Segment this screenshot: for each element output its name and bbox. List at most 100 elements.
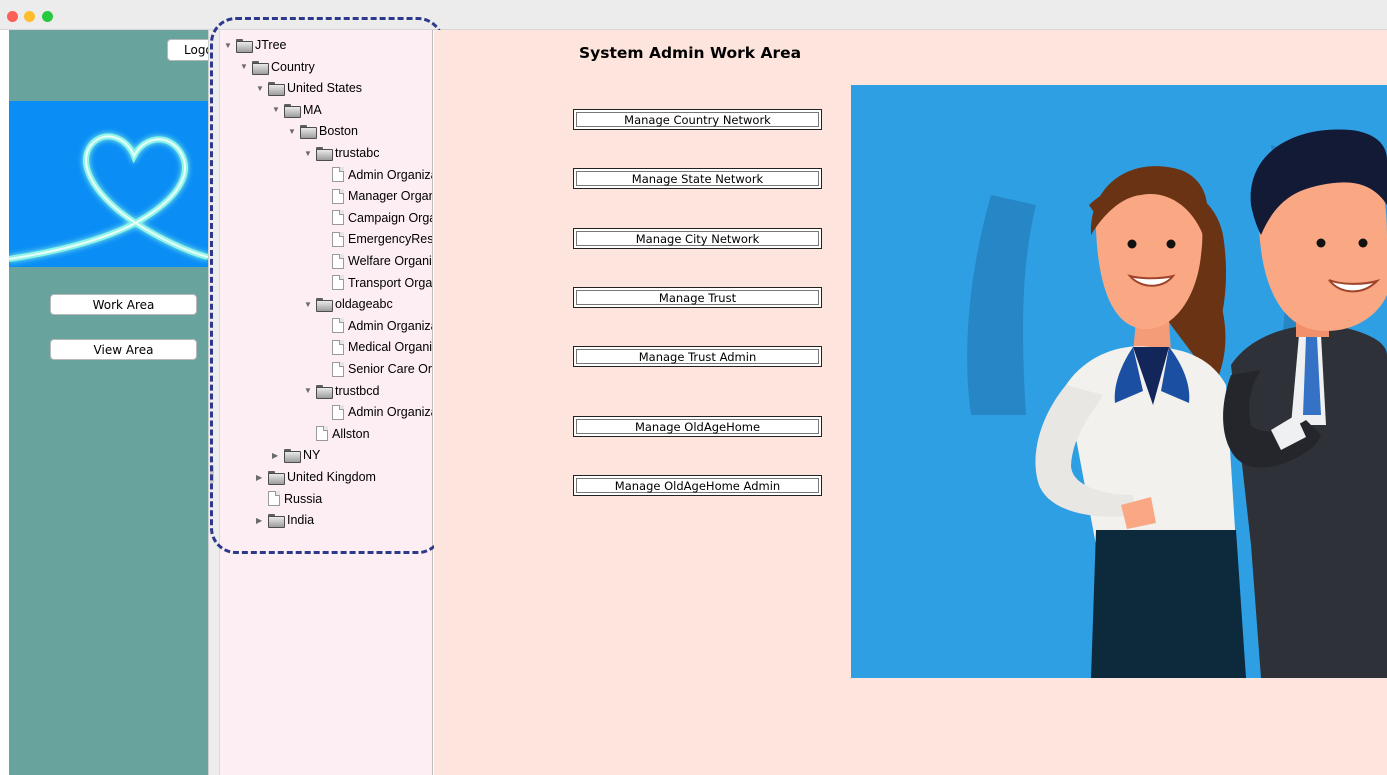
folder-icon [236,39,253,53]
folder-icon [300,125,317,140]
tree-node[interactable]: Transport Organization [320,274,433,292]
folder-icon [316,147,333,161]
tree-node[interactable]: Medical Organization [320,338,433,356]
tree-node[interactable]: Campaign Organization [320,209,432,227]
tree-node-label: oldageabc [335,297,393,312]
logout-button[interactable]: Logout [167,39,208,61]
folder-icon [316,384,333,399]
tree-node-label: trustabc [335,146,380,160]
heart-icon [9,133,208,262]
tree-node-label: Admin Organization [348,167,432,182]
manage-button[interactable]: Manage Country Network [573,109,822,130]
divider-grip[interactable] [210,465,214,483]
expand-triangle-icon[interactable]: ▼ [304,300,316,309]
tree-node[interactable]: ▼ MA [272,101,322,119]
expand-triangle-icon[interactable]: ▼ [304,386,316,395]
document-icon [332,253,344,269]
collapse-triangle-icon[interactable]: ▶ [272,451,284,460]
tree-node-label: Boston [319,124,358,139]
tree-node-label: India [287,513,315,528]
folder-icon [268,514,285,529]
tree-node-label: Welfare Organization [348,254,432,268]
business-people-illustration [851,85,1387,678]
folder-icon [252,60,269,75]
tree-node-label: EmergencyResponse [348,232,433,247]
tree-node-label: Transport Organization [348,275,433,290]
tree-node-label: Campaign Organization [348,210,432,225]
tree-node[interactable]: ▼ trustabc [304,144,379,162]
tree-node[interactable]: ▼ Boston [288,122,358,140]
collapse-triangle-icon[interactable]: ▶ [256,473,268,482]
manage-button[interactable]: Manage State Network [573,168,822,189]
tree-node-label: Admin Organization [348,405,432,420]
expand-triangle-icon[interactable]: ▼ [240,62,252,71]
tree-node-label: MA [303,102,322,117]
close-window-button[interactable] [7,11,18,22]
minimize-window-button[interactable] [24,11,35,22]
document-icon [332,231,344,247]
tree-node[interactable]: ▶ NY [272,446,320,464]
work-area-button[interactable]: Work Area [50,294,197,315]
document-icon [332,404,344,420]
tree-node[interactable]: ▼ Country [240,58,315,76]
tree-node-label: Allston [332,426,370,441]
tree-node[interactable]: Allston [304,425,370,443]
tree-node-label: United Kingdom [287,470,376,484]
tree-node[interactable]: Admin Organization [320,403,432,421]
folder-icon [268,471,285,485]
tree-node-label: trustbcd [335,383,380,398]
tree-node-label: JTree [255,38,287,52]
folder-icon [284,103,301,118]
document-icon [332,167,344,183]
manage-button[interactable]: Manage City Network [573,228,822,249]
expand-triangle-icon[interactable]: ▼ [272,105,284,114]
window-titlebar [0,0,1387,30]
zoom-window-button[interactable] [42,11,53,22]
tree-node[interactable]: Manager Organization [320,187,432,205]
tree-node[interactable]: ▼ trustbcd [304,382,379,400]
tree-node-label: United States [287,81,363,96]
document-icon [332,210,344,226]
manage-button[interactable]: Manage Trust Admin [573,346,822,367]
expand-triangle-icon[interactable]: ▼ [256,84,268,93]
document-icon [316,426,328,442]
left-control-panel: Work Area View Area Logout [9,30,208,775]
tree-node-label: Medical Organization [348,340,433,355]
tree-node[interactable]: Admin Organization [320,317,432,335]
document-icon [332,339,344,355]
document-icon [332,361,344,377]
business-people-image [967,129,1387,678]
manage-button[interactable]: Manage Trust [573,287,822,308]
tree-node-label: NY [303,448,321,463]
expand-triangle-icon[interactable]: ▼ [288,127,300,136]
tree-node-label: Manager Organization [348,189,432,204]
tree-node[interactable]: ▼ JTree [224,36,287,54]
tree-node[interactable]: Senior Care Organization [320,360,433,378]
folder-icon [284,449,301,464]
tree-node[interactable]: ▼ oldageabc [304,295,393,313]
document-icon [332,275,344,291]
collapse-triangle-icon[interactable]: ▶ [256,516,268,525]
document-icon [268,491,280,507]
tree-node[interactable]: Russia [256,490,322,508]
manage-button[interactable]: Manage OldAgeHome Admin [573,475,822,496]
manage-button[interactable]: Manage OldAgeHome [573,416,822,437]
split-pane-divider[interactable] [208,30,220,775]
tree-node[interactable]: ▶ India [256,511,314,529]
view-area-button[interactable]: View Area [50,339,197,360]
expand-triangle-icon[interactable]: ▼ [224,41,236,50]
expand-triangle-icon[interactable]: ▼ [304,149,316,158]
tree-node[interactable]: Welfare Organization [320,252,432,270]
work-area: System Admin Work Area Manage Country Ne… [434,30,1387,775]
tree-node-label: Senior Care Organization [348,362,433,376]
tree-node[interactable]: ▼ United States [256,79,362,97]
tree-node-label: Country [271,59,315,74]
document-icon [332,318,344,334]
jtree-panel: ▼ JTree ▼ Country ▼ United States ▼ MA ▼ Boston ▼ t… [220,30,433,775]
tree-node[interactable]: ▶ United Kingdom [256,468,376,486]
tree-node-label: Admin Organization [348,318,432,333]
page-title: System Admin Work Area [579,44,802,62]
tree-node[interactable]: EmergencyResponse [320,230,433,248]
tree-node[interactable]: Admin Organization [320,166,432,184]
tree-node-label: Russia [284,491,323,506]
